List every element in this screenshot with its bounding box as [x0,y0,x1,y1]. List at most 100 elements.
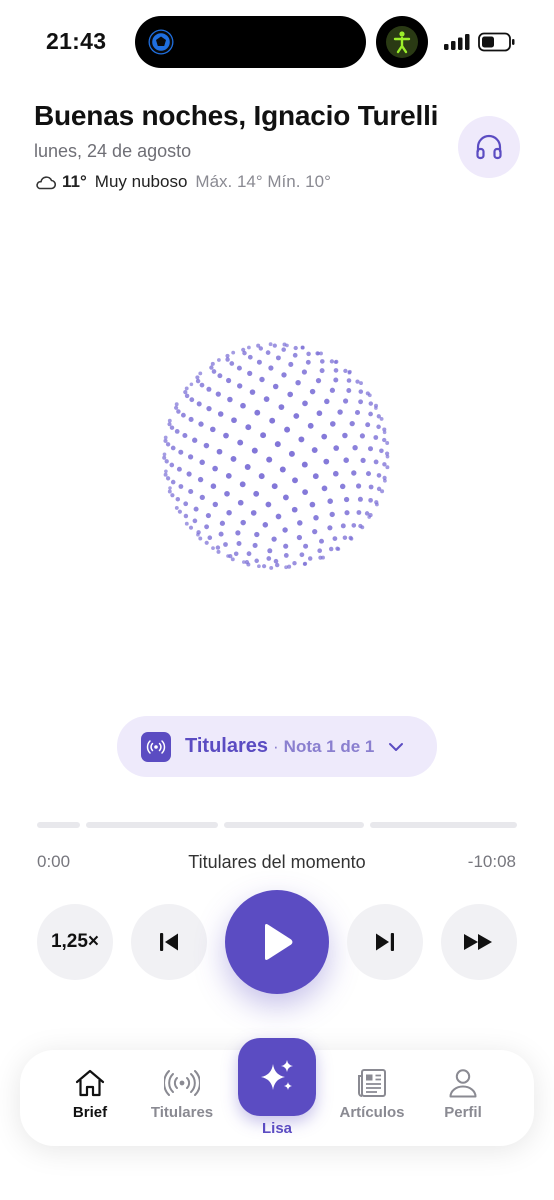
tab-articulos[interactable]: Artículos [327,1068,417,1121]
sphere-dot [295,379,301,386]
sphere-dot [357,496,363,502]
sphere-dot [163,435,168,440]
sphere-dot [230,557,235,562]
sphere-dot [188,525,194,530]
play-icon [265,924,293,960]
tab-perfil[interactable]: Perfil [418,1068,508,1121]
sphere-dot [274,441,281,448]
sphere-dot [198,371,203,376]
sphere-dot [379,448,384,454]
sphere-dot [309,501,316,508]
sphere-dot [273,558,279,564]
activity-bubble[interactable] [376,16,428,68]
sphere-dot [333,360,338,364]
sphere-dot [236,540,242,547]
sphere-dot [178,484,184,489]
sphere-dot [333,445,340,451]
sphere-dot [272,383,279,390]
sphere-dot [351,523,357,528]
section-separator: · [273,736,279,756]
sphere-dot [343,457,349,463]
sphere-dot [206,405,212,412]
sphere-dot [183,513,189,519]
sphere-dot [217,411,224,417]
play-button[interactable] [225,890,329,994]
newspaper-icon [358,1069,386,1097]
previous-button[interactable] [131,904,207,980]
tab-bar: Brief Titulares Lisa Artículos Perfil [20,1038,534,1146]
sphere-dot [246,551,252,557]
sphere-dot [167,422,172,427]
sphere-dot [175,496,181,502]
sphere-dot [169,462,175,468]
sphere-dot [223,432,229,439]
sphere-dot [196,532,200,537]
sphere-dot [187,454,194,460]
sphere-dot [321,433,328,440]
sphere-dot [269,417,276,424]
sphere-dot [343,368,348,374]
sphere-dot [301,369,307,375]
progress-bar[interactable] [37,822,517,828]
tab-brief[interactable]: Brief [45,1068,135,1121]
sphere-dot [346,378,352,383]
sphere-dot [212,465,218,472]
sphere-dot [210,483,217,489]
sphere-dot [329,511,335,518]
status-time: 21:43 [46,28,107,54]
sphere-dot [174,505,179,510]
fitness-icon [386,26,418,58]
sphere-dot [281,347,286,352]
sphere-dot [309,388,316,395]
dynamic-island[interactable] [135,16,366,68]
sphere-dot [292,561,297,566]
sphere-dot [302,400,308,407]
sphere-dot [188,488,194,495]
tab-lisa[interactable] [238,1038,316,1116]
sphere-dot [249,389,256,395]
sphere-dot [168,486,172,490]
next-button[interactable] [347,904,423,980]
sphere-dot [327,525,333,531]
sphere-dot [211,546,215,550]
sphere-dot [307,556,313,561]
sphere-dot [296,534,303,541]
sphere-dot [379,416,384,421]
sphere-dot [257,564,261,569]
sphere-dot [176,409,181,414]
headphones-button[interactable] [458,116,520,178]
sphere-dot [174,402,179,407]
sphere-dot [170,445,176,451]
sphere-dot [311,447,318,454]
sphere-dot [333,377,339,383]
sphere-dot [358,399,364,405]
fast-forward-button[interactable] [441,904,517,980]
sphere-dot [303,543,309,549]
sphere-dot [337,409,343,415]
section-note-count: Nota 1 de 1 [283,736,375,756]
sphere-dot [312,528,318,535]
sphere-dot [268,342,273,347]
sphere-dot [288,450,295,457]
sphere-dot [292,477,298,484]
section-selector[interactable]: Titulares · Nota 1 de 1 [117,716,437,777]
tab-titulares[interactable]: Titulares [137,1068,227,1121]
sphere-dot [215,545,221,550]
sphere-dot [293,413,300,419]
sphere-dot [319,538,324,544]
sphere-dot [355,379,360,384]
sphere-dot [252,542,258,548]
sphere-dot [233,551,239,557]
sphere-dot [268,365,274,371]
sphere-dot [368,484,374,490]
sphere-dot [281,372,287,378]
sphere-dot [373,435,379,440]
sphere-dot [342,432,348,439]
sphere-dot [265,350,271,355]
sphere-dot [192,518,198,524]
sphere-dot [245,424,252,431]
sphere-dot [244,464,251,470]
remaining-time: -10:08 [467,852,516,871]
sphere-dot [368,411,373,417]
playback-speed-button[interactable]: 1,25× [37,904,113,980]
